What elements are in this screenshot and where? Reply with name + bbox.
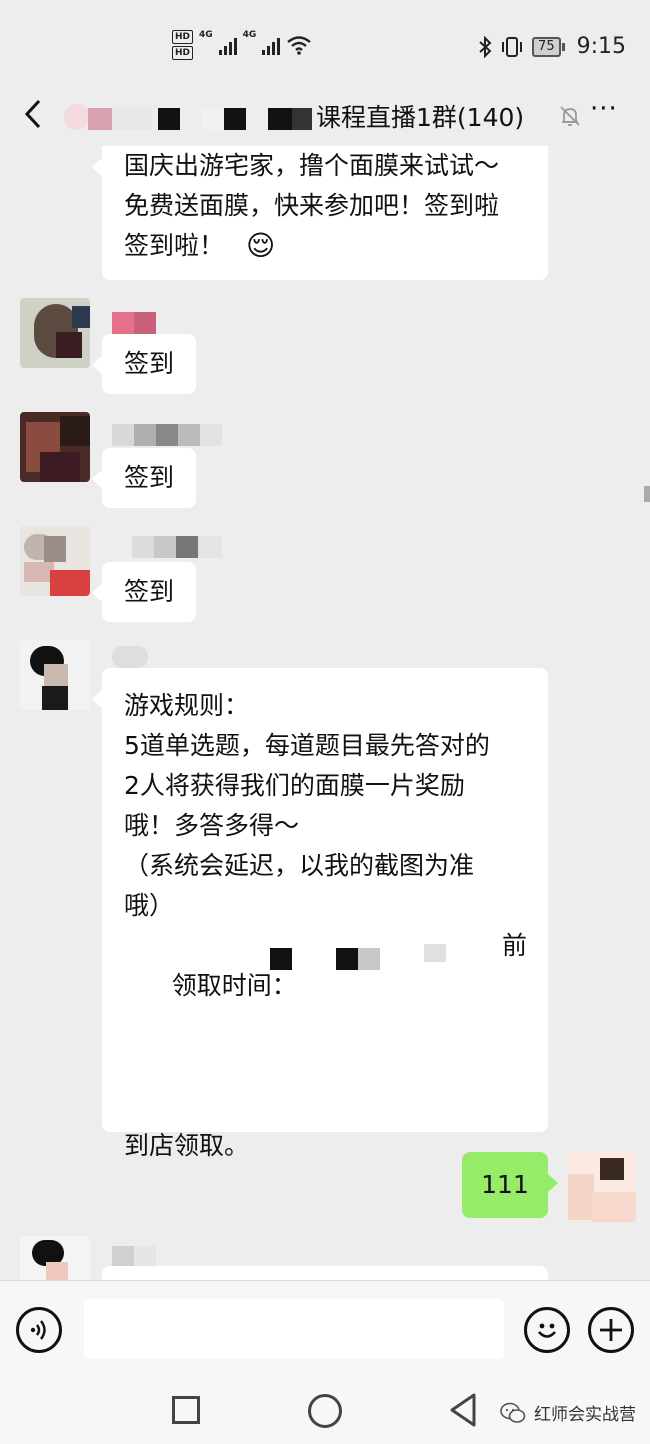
message-line: 游戏规则： bbox=[124, 691, 250, 720]
sender-name-redacted bbox=[112, 1246, 160, 1268]
voice-icon bbox=[30, 1320, 46, 1340]
more-functions-button[interactable] bbox=[588, 1307, 634, 1353]
network-type-2: 4G bbox=[242, 30, 257, 40]
message-line: 111 bbox=[481, 1170, 529, 1199]
watermark-text: 红师会实战营 bbox=[534, 1405, 636, 1425]
message-line: 2人将获得我们的面膜一片奖励 bbox=[124, 771, 465, 800]
vibrate-icon bbox=[502, 36, 523, 57]
signal-icon-2 bbox=[262, 35, 281, 55]
message-line: 签到 bbox=[124, 349, 175, 378]
emoji-button[interactable] bbox=[524, 1307, 570, 1353]
chat-header: 课程直播1群(140) ··· bbox=[0, 88, 650, 146]
more-options-icon[interactable]: ··· bbox=[590, 94, 618, 124]
relieved-face-emoji: 😌 bbox=[246, 229, 276, 262]
chat-title: 课程直播1群(140) bbox=[316, 103, 525, 132]
sender-name-redacted bbox=[112, 312, 158, 334]
back-button[interactable] bbox=[18, 94, 48, 134]
chevron-left-icon bbox=[24, 99, 41, 129]
system-nav-bar: 红师会实战营 bbox=[0, 1376, 650, 1444]
wechat-logo-icon bbox=[500, 1402, 526, 1423]
message-line-text: 签到啦！ bbox=[124, 231, 225, 260]
message-line: 签到啦！ 😌 bbox=[124, 226, 526, 266]
sender-name-redacted bbox=[112, 646, 152, 668]
wifi-icon bbox=[287, 36, 312, 55]
sender-name-redacted bbox=[112, 536, 240, 558]
avatar[interactable] bbox=[20, 526, 90, 596]
message-line-tail: 前 bbox=[502, 931, 528, 960]
bluetooth-icon bbox=[479, 35, 492, 58]
battery-icon: 75 bbox=[532, 36, 565, 57]
message-bubble-4[interactable]: 签到 bbox=[92, 562, 196, 622]
recent-apps-button[interactable] bbox=[172, 1396, 200, 1424]
watermark: 红师会实战营 bbox=[500, 1400, 636, 1425]
message-line: 哦！多答多得～ bbox=[124, 811, 300, 840]
scrollbar[interactable] bbox=[644, 486, 650, 502]
nav-back-button[interactable] bbox=[448, 1392, 478, 1428]
message-list[interactable]: 国庆出游宅家，撸个面膜来试试～ 免费送面膜，快来参加吧！签到啦 签到啦！ 😌 签… bbox=[0, 146, 650, 1280]
smiley-icon bbox=[538, 1323, 556, 1338]
status-bar: HD HD 4G 4G 75 9:15 bbox=[0, 0, 650, 88]
message-bubble-5[interactable]: 游戏规则： 5道单选题，每道题目最先答对的 2人将获得我们的面膜一片奖励 哦！多… bbox=[92, 668, 548, 1160]
message-bubble-self[interactable]: 111 bbox=[462, 1152, 558, 1218]
mute-bell-icon bbox=[560, 106, 580, 126]
message-bubble-1[interactable]: 国庆出游宅家，撸个面膜来试试～ 免费送面膜，快来参加吧！签到啦 签到啦！ 😌 bbox=[92, 146, 548, 280]
message-bubble-7[interactable] bbox=[102, 1266, 548, 1280]
sender-name-redacted bbox=[112, 424, 222, 446]
avatar[interactable] bbox=[20, 640, 90, 710]
message-line: 签到 bbox=[124, 463, 175, 492]
message-line: 领取时间： 前 bbox=[124, 926, 528, 1126]
network-indicators: HD HD 4G 4G bbox=[172, 30, 312, 60]
self-avatar[interactable] bbox=[566, 1152, 636, 1222]
avatar[interactable] bbox=[20, 298, 90, 368]
network-type-1: 4G bbox=[199, 30, 213, 40]
voice-input-button[interactable] bbox=[16, 1307, 62, 1353]
message-line: 免费送面膜，快来参加吧！签到啦 bbox=[124, 191, 500, 220]
clock: 9:15 bbox=[576, 34, 626, 59]
hd-badge-2: HD bbox=[172, 46, 194, 60]
message-line: （系统会延迟，以我的截图为准 bbox=[124, 851, 475, 880]
avatar[interactable] bbox=[20, 1236, 90, 1280]
plus-icon bbox=[600, 1319, 622, 1341]
message-line: 国庆出游宅家，撸个面膜来试试～ bbox=[124, 151, 500, 180]
home-button[interactable] bbox=[308, 1394, 342, 1428]
signal-icon-1 bbox=[218, 35, 237, 55]
message-line: 哦） bbox=[124, 891, 175, 920]
message-bubble-2[interactable]: 签到 bbox=[92, 334, 196, 394]
hd-badges: HD HD bbox=[172, 30, 194, 60]
title-redacted bbox=[64, 104, 324, 132]
input-bar bbox=[0, 1280, 650, 1376]
message-line: 5道单选题，每道题目最先答对的 bbox=[124, 731, 490, 760]
avatar[interactable] bbox=[20, 412, 90, 482]
message-input[interactable] bbox=[84, 1299, 504, 1359]
message-bubble-3[interactable]: 签到 bbox=[92, 448, 196, 508]
redacted-date bbox=[264, 936, 494, 970]
message-line: 签到 bbox=[124, 577, 175, 606]
hd-badge-1: HD bbox=[172, 30, 194, 44]
status-right: 75 9:15 bbox=[478, 34, 626, 59]
